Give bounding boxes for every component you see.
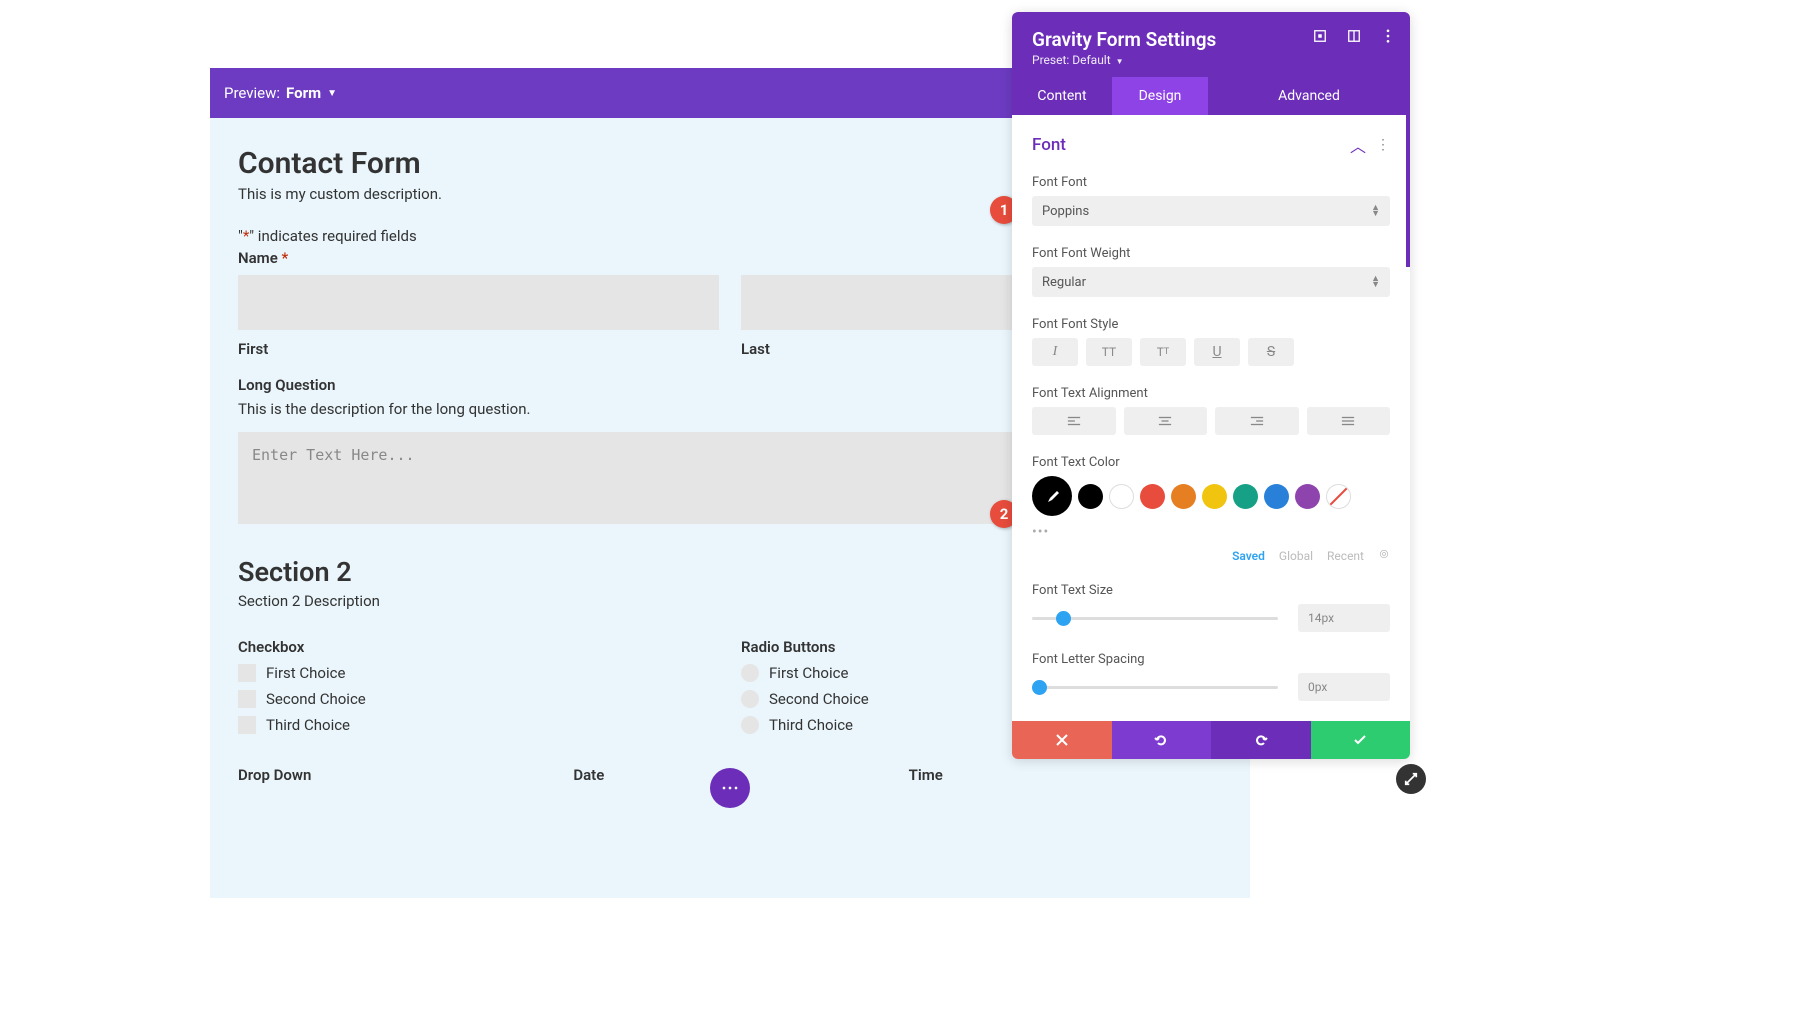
underline-button[interactable]: U <box>1194 338 1240 366</box>
preview-form-name[interactable]: Form <box>286 84 321 102</box>
checkbox-item[interactable]: Third Choice <box>238 716 719 734</box>
first-name-input[interactable] <box>238 275 719 330</box>
save-button[interactable] <box>1311 721 1411 759</box>
more-swatches-icon[interactable]: ••• <box>1032 524 1049 540</box>
font-size-slider[interactable] <box>1032 617 1278 620</box>
weight-select[interactable]: Regular ▲▼ <box>1032 267 1390 297</box>
smallcaps-button[interactable]: TT <box>1140 338 1186 366</box>
color-tab-recent[interactable]: Recent <box>1327 549 1364 563</box>
color-picker-button[interactable] <box>1032 476 1072 516</box>
kebab-icon[interactable]: ⋮ <box>1376 137 1390 153</box>
settings-panel: Gravity Form Settings Preset: Default ▼ … <box>1012 12 1410 759</box>
swatch-white[interactable] <box>1109 484 1134 509</box>
gear-icon[interactable] <box>1378 548 1390 563</box>
swatch-purple[interactable] <box>1295 484 1320 509</box>
kebab-icon[interactable] <box>1380 28 1396 44</box>
color-tab-global[interactable]: Global <box>1279 549 1313 563</box>
panel-tabs: Content Design Advanced <box>1012 77 1410 115</box>
split-icon[interactable] <box>1346 28 1362 44</box>
align-center-button[interactable] <box>1124 407 1208 435</box>
time-label: Time <box>909 766 1222 784</box>
resize-handle[interactable] <box>1396 764 1426 794</box>
target-icon[interactable] <box>1312 28 1328 44</box>
tab-advanced[interactable]: Advanced <box>1208 77 1410 115</box>
sort-icon: ▲▼ <box>1371 276 1380 288</box>
swatch-black[interactable] <box>1078 484 1103 509</box>
italic-button[interactable]: I <box>1032 338 1078 366</box>
font-size-label: Font Text Size <box>1032 583 1390 598</box>
swatch-blue[interactable] <box>1264 484 1289 509</box>
more-actions-button[interactable] <box>710 768 750 808</box>
scrollbar[interactable] <box>1406 115 1410 267</box>
caret-down-icon[interactable]: ▼ <box>327 88 337 99</box>
checkbox-label: Checkbox <box>238 638 719 656</box>
font-weight-label: Font Font Weight <box>1032 246 1390 261</box>
font-spacing-slider[interactable] <box>1032 686 1278 689</box>
swatch-red[interactable] <box>1140 484 1165 509</box>
preset-selector[interactable]: Preset: Default ▼ <box>1032 53 1390 67</box>
align-right-button[interactable] <box>1215 407 1299 435</box>
font-select[interactable]: Poppins ▲▼ <box>1032 196 1390 226</box>
first-sublabel: First <box>238 340 719 358</box>
font-size-value[interactable]: 14px <box>1298 604 1390 632</box>
tab-content[interactable]: Content <box>1012 77 1112 115</box>
font-font-label: Font Font <box>1032 175 1390 190</box>
swatch-none[interactable] <box>1326 484 1351 509</box>
font-align-label: Font Text Alignment <box>1032 386 1390 401</box>
color-tab-saved[interactable]: Saved <box>1232 549 1265 563</box>
align-left-button[interactable] <box>1032 407 1116 435</box>
close-button[interactable] <box>1012 721 1112 759</box>
sort-icon: ▲▼ <box>1371 205 1380 217</box>
preview-label: Preview: <box>224 84 280 102</box>
swatch-yellow[interactable] <box>1202 484 1227 509</box>
chevron-up-icon[interactable]: ︿ <box>1350 133 1366 157</box>
checkbox-item[interactable]: Second Choice <box>238 690 719 708</box>
font-section-title[interactable]: Font <box>1032 135 1066 155</box>
tab-design[interactable]: Design <box>1112 77 1208 115</box>
align-justify-button[interactable] <box>1307 407 1391 435</box>
strikethrough-button[interactable]: S <box>1248 338 1294 366</box>
checkbox-item[interactable]: First Choice <box>238 664 719 682</box>
swatch-green[interactable] <box>1233 484 1258 509</box>
redo-button[interactable] <box>1211 721 1311 759</box>
font-color-label: Font Text Color <box>1032 455 1390 470</box>
swatch-orange[interactable] <box>1171 484 1196 509</box>
uppercase-button[interactable]: TT <box>1086 338 1132 366</box>
undo-button[interactable] <box>1112 721 1212 759</box>
font-spacing-label: Font Letter Spacing <box>1032 652 1390 667</box>
dropdown-label: Drop Down <box>238 766 551 784</box>
font-style-label: Font Font Style <box>1032 317 1390 332</box>
font-spacing-value[interactable]: 0px <box>1298 673 1390 701</box>
